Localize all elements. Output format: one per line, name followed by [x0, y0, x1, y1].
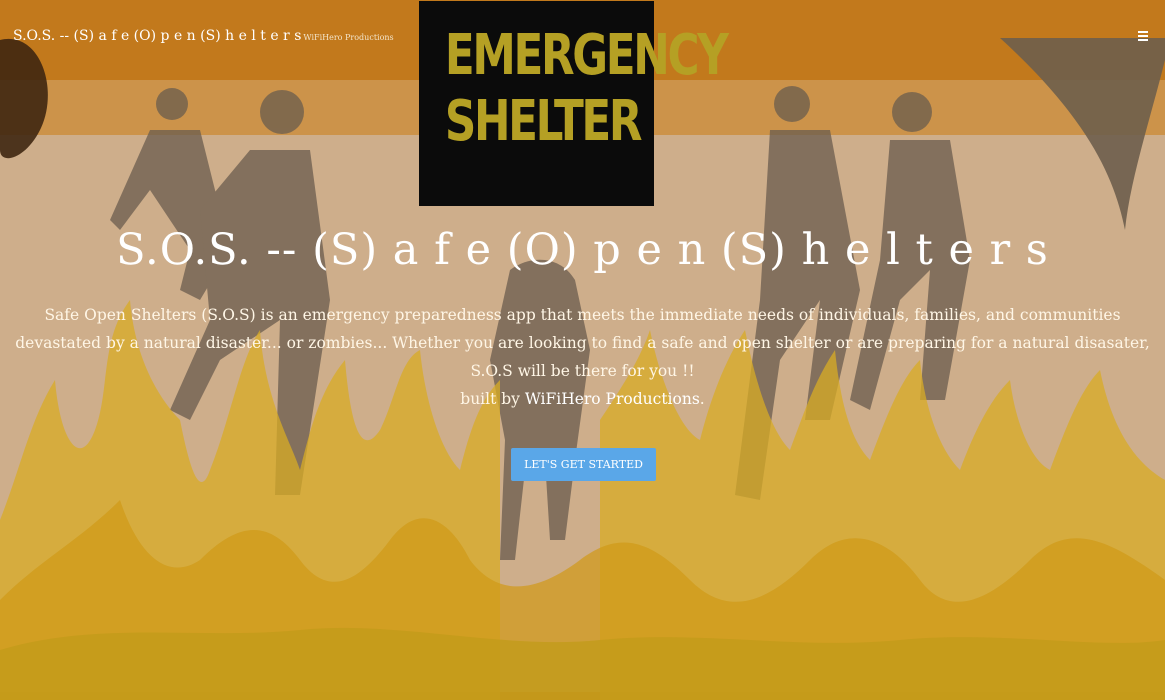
sign-line-shelter: SHELTER	[444, 89, 643, 154]
sign-line-emergency: EMERGENCY	[444, 23, 729, 88]
hero-section: S.O.S. -- (S) a f e (O) p e n (S) h e l …	[0, 225, 1165, 413]
built-by-prefix: built by	[460, 390, 525, 408]
brand-title[interactable]: S.O.S. -- (S) a f e (O) p e n (S) h e l …	[13, 28, 301, 44]
sign-text: EMERGENCY SHELTER	[444, 23, 729, 155]
hero-description: Safe Open Shelters (S.O.S) is an emergen…	[15, 306, 1150, 380]
hero-built-by: built by WiFiHero Productions.	[0, 385, 1165, 413]
hamburger-menu-icon[interactable]	[1138, 31, 1148, 41]
hero-title: S.O.S. -- (S) a f e (O) p e n (S) h e l …	[116, 225, 1049, 275]
brand-subtitle: WiFiHero Productions	[303, 33, 394, 42]
wifihero-link[interactable]: WiFiHero Productions	[525, 390, 700, 408]
get-started-button[interactable]: LET'S GET STARTED	[511, 448, 656, 481]
brand-link[interactable]: S.O.S. -- (S) a f e (O) p e n (S) h e l …	[13, 28, 394, 44]
emergency-shelter-sign: EMERGENCY SHELTER	[419, 1, 729, 206]
built-by-suffix: .	[699, 390, 705, 408]
